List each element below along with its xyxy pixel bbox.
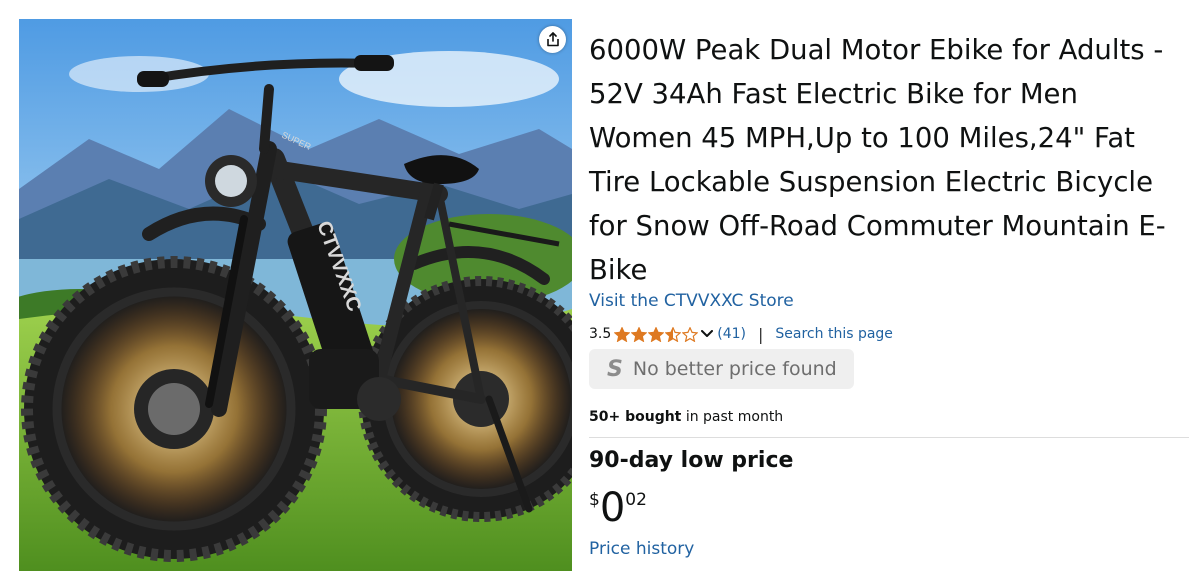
star-icon [682, 326, 699, 342]
share-icon [546, 32, 559, 47]
ebike-photo: CTVVXXC SUPER [19, 19, 572, 571]
bought-count: 50+ bought [589, 409, 682, 425]
star-icon [665, 326, 682, 342]
price-comparison-text: No better price found [632, 358, 837, 380]
separator: | [758, 324, 764, 344]
bought-in-past-month: 50+ bought in past month [589, 409, 783, 425]
store-link[interactable]: Visit the CTVVXXC Store [589, 291, 794, 311]
price: $ 0 02 [589, 486, 647, 530]
s-logo-icon: S [607, 356, 623, 382]
price-fraction: 02 [625, 490, 647, 510]
product-title: 6000W Peak Dual Motor Ebike for Adults -… [589, 34, 1166, 286]
rating-value: 3.5 [589, 326, 612, 342]
rating-row: 3.5 (41) | Search this page [589, 324, 893, 344]
star-rating[interactable] [614, 326, 699, 342]
low-price-label: 90-day low price [589, 448, 794, 473]
divider [589, 437, 1189, 438]
search-this-page-link[interactable]: Search this page [775, 326, 893, 342]
price-symbol: $ [589, 490, 600, 510]
price-history-link[interactable]: Price history [589, 539, 694, 559]
review-count-link[interactable]: (41) [717, 326, 746, 342]
price-comparison-badge[interactable]: S No better price found [589, 349, 854, 389]
star-icon [648, 326, 665, 342]
price-whole: 0 [599, 485, 626, 531]
star-icon [631, 326, 648, 342]
star-icon [614, 326, 631, 342]
bought-suffix: in past month [681, 409, 784, 425]
product-image[interactable]: CTVVXXC SUPER [19, 19, 572, 571]
share-button[interactable] [539, 26, 566, 53]
chevron-down-icon[interactable] [701, 330, 714, 338]
